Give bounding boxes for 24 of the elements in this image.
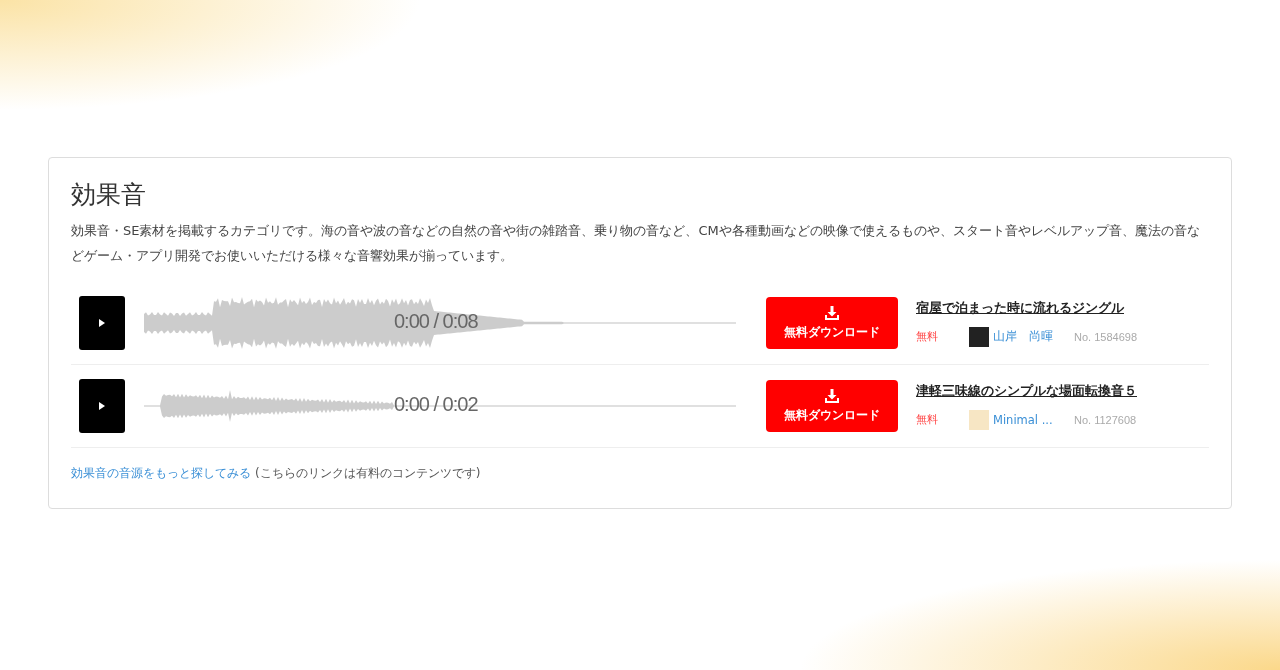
time-display: 0:00 / 0:08 <box>394 310 478 333</box>
track-title-link[interactable]: 津軽三味線のシンプルな場面転換音５ <box>916 382 1137 400</box>
avatar-image <box>969 326 989 347</box>
paid-note: (こちらのリンクは有料のコンテンツです) <box>255 466 481 480</box>
play-button[interactable] <box>79 296 125 350</box>
download-button[interactable]: 無料ダウンロード <box>766 380 898 432</box>
section-title: 効果音 <box>71 179 147 211</box>
play-icon <box>99 319 105 327</box>
track-title-link[interactable]: 宿屋で泊まった時に流れるジングル <box>916 299 1137 317</box>
price-label: 無料 <box>916 412 939 427</box>
time-display: 0:00 / 0:02 <box>394 393 478 416</box>
avatar-image <box>969 409 989 430</box>
play-button[interactable] <box>79 379 125 433</box>
track-number: No. 1127608 <box>1074 413 1137 426</box>
download-icon <box>824 388 840 404</box>
author-link[interactable]: Minimal ... <box>993 412 1053 427</box>
download-icon <box>824 305 840 321</box>
author-link[interactable]: 山岸 尚暉 <box>993 329 1053 344</box>
play-icon <box>99 402 105 410</box>
download-button[interactable]: 無料ダウンロード <box>766 297 898 349</box>
price-label: 無料 <box>916 329 939 344</box>
section-description: 効果音・SE素材を掲載するカテゴリです。海の音や波の音などの自然の音や街の雑踏音、乗り物の音など、CMや各種動画などの映像で使えるものや、スタート音やレベルアップ音、魔法の音などゲーム・アプリ開発でお使いいただける様々な音響効果が揃っています。 <box>71 222 1201 265</box>
more-link[interactable]: 効果音の音源をもっと探してみる <box>71 466 251 480</box>
track-number: No. 1584698 <box>1074 330 1137 343</box>
